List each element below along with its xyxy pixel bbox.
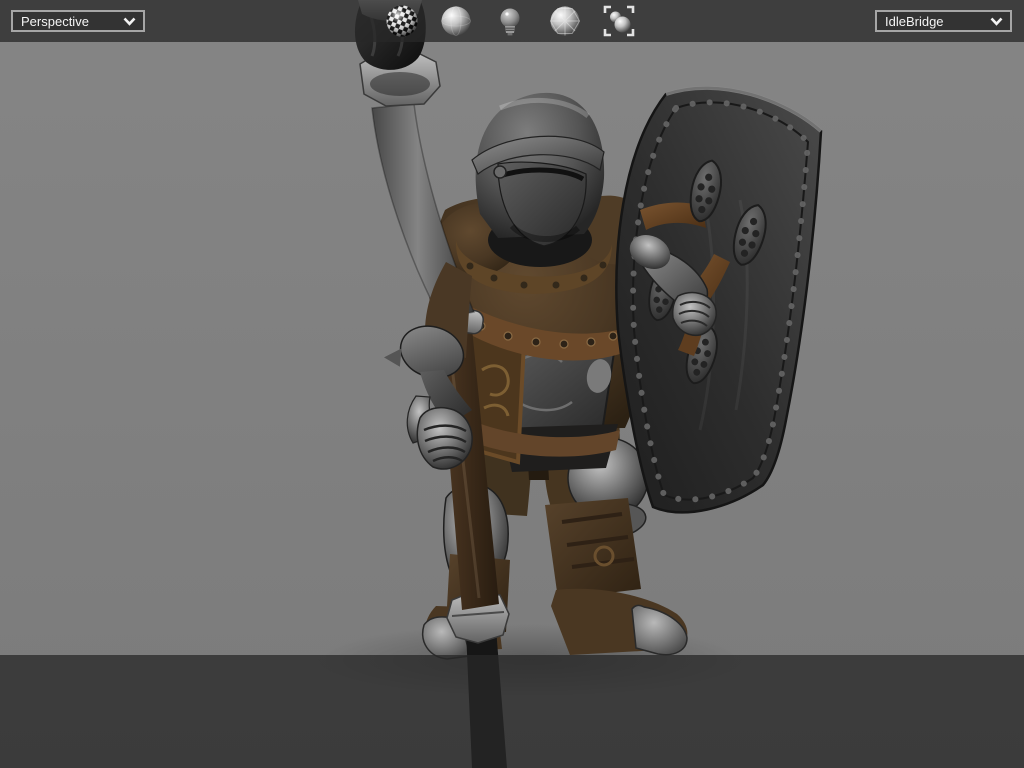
frame-objects-icon bbox=[603, 5, 635, 37]
animation-select[interactable]: IdleBridge bbox=[875, 10, 1012, 32]
frame-objects-button[interactable] bbox=[601, 3, 637, 39]
viewport-3d-model[interactable] bbox=[0, 0, 1024, 768]
textured-sphere-button[interactable] bbox=[384, 3, 420, 39]
camera-projection-value: Perspective bbox=[21, 13, 89, 29]
camera-projection-select[interactable]: Perspective bbox=[11, 10, 145, 32]
animation-select-value: IdleBridge bbox=[885, 13, 944, 29]
textured-sphere-icon bbox=[386, 5, 418, 37]
shaded-sphere-icon bbox=[441, 6, 471, 36]
chevron-down-icon bbox=[990, 17, 1003, 26]
light-bulb-button[interactable] bbox=[492, 3, 528, 39]
faceted-sphere-icon bbox=[549, 6, 581, 36]
faceted-sphere-button[interactable] bbox=[547, 3, 583, 39]
chevron-down-icon bbox=[123, 17, 136, 26]
shaded-sphere-button[interactable] bbox=[438, 3, 474, 39]
bottom-toolbar: Open bbox=[0, 655, 1024, 768]
light-bulb-icon bbox=[500, 8, 520, 36]
app-window: Perspective IdleBridge bbox=[0, 0, 1024, 768]
top-toolbar: Perspective IdleBridge bbox=[0, 0, 1024, 42]
